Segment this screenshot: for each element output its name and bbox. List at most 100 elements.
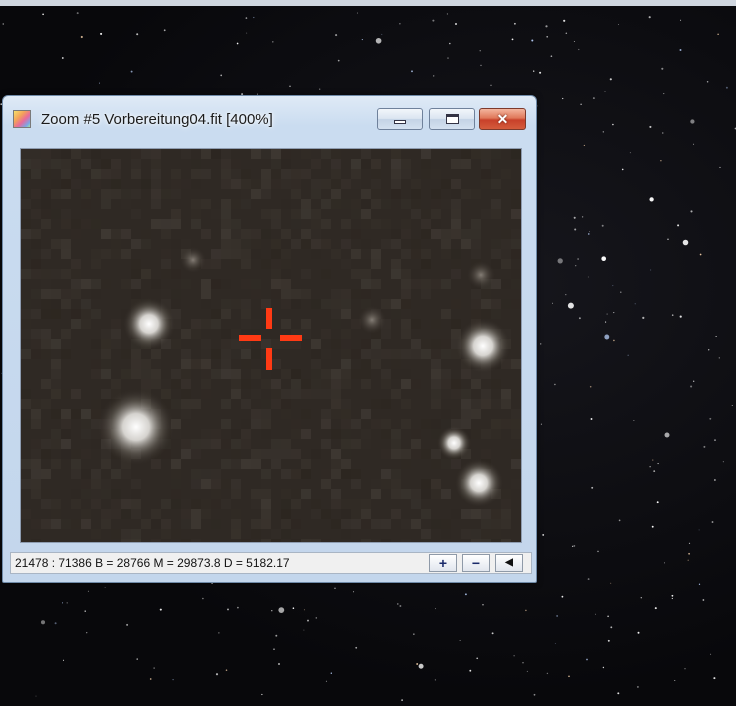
star <box>315 617 318 619</box>
star <box>275 634 278 637</box>
minimize-icon <box>394 120 406 124</box>
star <box>153 667 155 669</box>
star <box>575 265 577 267</box>
star <box>163 29 166 32</box>
star <box>702 599 705 601</box>
star <box>554 383 556 386</box>
star <box>236 42 239 45</box>
star <box>522 662 524 664</box>
star <box>580 103 582 105</box>
zoom-image-canvas[interactable] <box>20 148 522 543</box>
star <box>656 501 659 504</box>
star <box>104 587 106 588</box>
star <box>714 439 716 441</box>
star <box>567 302 574 309</box>
star <box>540 423 542 425</box>
star <box>416 663 419 665</box>
zoom-in-button[interactable]: + <box>429 554 457 572</box>
star <box>597 550 599 553</box>
star <box>662 132 664 134</box>
star <box>245 17 248 19</box>
zoom-out-button[interactable]: − <box>462 554 490 572</box>
star <box>627 354 629 356</box>
title-bar[interactable]: Zoom #5 Vorbereitung04.fit [400%] ✕ <box>3 96 536 136</box>
star <box>454 22 458 26</box>
minimize-button[interactable] <box>377 108 423 130</box>
star <box>271 610 273 612</box>
star <box>708 349 710 351</box>
window-title: Zoom #5 Vorbereitung04.fit [400%] <box>41 111 273 128</box>
star <box>688 552 690 555</box>
star <box>42 13 44 16</box>
star <box>725 86 728 89</box>
star <box>447 57 449 59</box>
star <box>100 32 103 35</box>
star <box>719 166 721 168</box>
star <box>437 426 471 460</box>
star <box>399 605 402 607</box>
star <box>172 678 174 681</box>
star <box>136 33 139 36</box>
star <box>61 57 64 59</box>
zoom-window[interactable]: Zoom #5 Vorbereitung04.fit [400%] ✕ 2147… <box>2 95 537 583</box>
maximize-icon <box>445 114 459 124</box>
star <box>76 12 79 15</box>
star <box>303 609 306 611</box>
star <box>698 529 700 531</box>
star <box>606 313 608 315</box>
star <box>574 228 577 231</box>
star <box>587 578 590 581</box>
star <box>621 168 624 171</box>
star <box>688 542 691 545</box>
star <box>413 633 415 635</box>
star <box>649 197 654 202</box>
maximize-button[interactable] <box>429 108 475 130</box>
star <box>62 602 64 604</box>
star <box>491 632 494 635</box>
star <box>589 385 592 388</box>
star <box>605 321 607 323</box>
star <box>334 587 336 590</box>
star <box>578 48 580 51</box>
close-button[interactable]: ✕ <box>479 108 526 130</box>
star <box>511 38 514 41</box>
star <box>648 16 651 19</box>
app-icon <box>13 110 31 128</box>
star <box>565 293 567 296</box>
star <box>684 668 686 670</box>
star <box>202 597 204 600</box>
scroll-left-button[interactable]: ◀ <box>495 554 523 572</box>
star <box>545 25 548 28</box>
star <box>480 64 482 67</box>
star <box>130 70 133 73</box>
star <box>533 70 535 72</box>
star <box>581 216 584 218</box>
star <box>610 582 612 584</box>
star <box>710 653 712 655</box>
star <box>679 315 682 318</box>
star <box>690 385 693 388</box>
star <box>411 70 413 73</box>
star <box>479 50 481 52</box>
star <box>227 608 229 611</box>
star <box>448 42 451 45</box>
star <box>687 559 689 561</box>
star <box>591 486 594 489</box>
star <box>87 590 89 592</box>
star <box>613 339 615 342</box>
star <box>604 334 610 340</box>
star <box>693 380 695 382</box>
star <box>577 258 579 260</box>
star <box>573 216 576 219</box>
star <box>273 648 275 651</box>
star <box>731 405 733 407</box>
star <box>613 312 615 314</box>
star <box>671 594 674 597</box>
star <box>620 291 622 293</box>
star <box>289 85 291 87</box>
star <box>540 343 542 345</box>
star <box>699 253 702 256</box>
star <box>355 646 358 649</box>
star <box>180 247 206 273</box>
star <box>633 420 635 421</box>
